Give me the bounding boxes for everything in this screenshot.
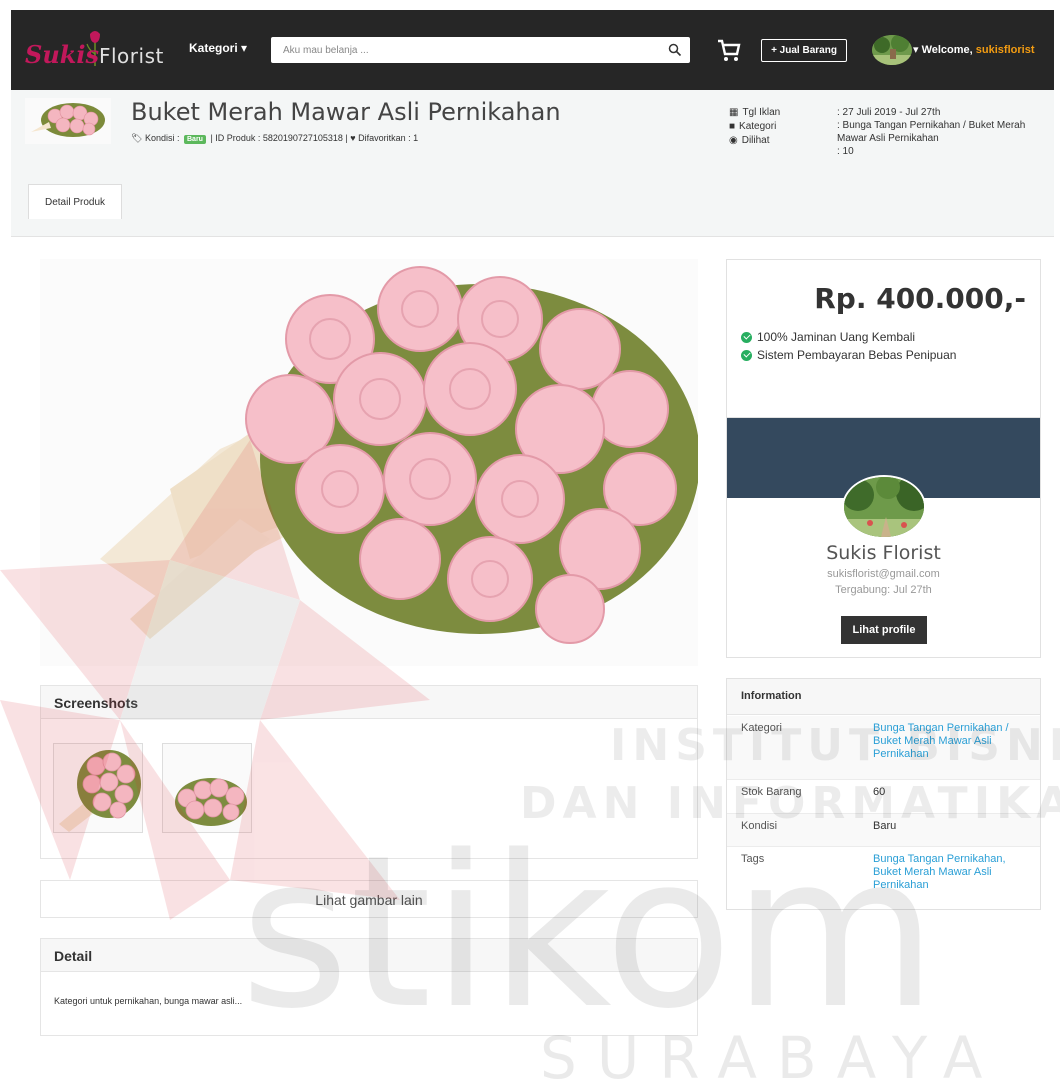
seller-name: Sukis Florist (826, 542, 941, 564)
check-circle-icon (741, 331, 752, 343)
bouquet-image (40, 259, 698, 666)
welcome-prefix: Welcome, (921, 44, 973, 56)
kategori-label: Kategori (189, 41, 238, 55)
eye-icon: ◉ (729, 135, 738, 146)
tgl-label: Tgl Iklan (742, 107, 781, 118)
info-key: Tags (741, 853, 765, 865)
detail-header: Detail (40, 938, 698, 972)
guarantee-2-text: Sistem Pembayaran Bebas Penipuan (757, 348, 957, 362)
product-thumbnail (25, 98, 111, 144)
lihat-gambar-lain-button[interactable]: Lihat gambar lain (40, 880, 698, 918)
screenshot-image-1 (54, 744, 142, 832)
kondisi-badge: Baru (184, 135, 206, 144)
seller-card: Sukis Florist sukisflorist@gmail.com Ter… (726, 417, 1041, 658)
seller-email: sukisflorist@gmail.com (827, 568, 940, 580)
info-row-kategori: Kategori Bunga Tangan Pernikahan / Buket… (727, 716, 1040, 780)
info-tags-link[interactable]: Bunga Tangan Pernikahan, Buket Merah Maw… (873, 853, 1033, 892)
dilihat-value: : 10 (837, 146, 854, 157)
favorit-count: Difavoritkan : 1 (358, 133, 419, 143)
jual-barang-button[interactable]: + Jual Barang (761, 39, 847, 62)
bouquet-thumb-image (25, 98, 111, 144)
meta-values: : 27 Juli 2019 - Jul 27th : Bunga Tangan… (837, 106, 1037, 158)
navbar: Sukis Florist Kategori ▾ + Jual Barang ▾… (11, 10, 1054, 90)
tag-icon: 🏷 (131, 133, 143, 143)
seller-joined: Tergabung: Jul 27th (835, 584, 932, 596)
caret-down-icon: ▾ (913, 44, 922, 56)
product-price: Rp. 400.000,- (814, 282, 1026, 315)
detail-body: Kategori untuk pernikahan, bunga mawar a… (40, 972, 698, 1036)
check-circle-icon (741, 349, 752, 361)
seller-avatar[interactable] (842, 475, 926, 539)
welcome-menu[interactable]: ▾ Welcome, sukisflorist (913, 43, 1034, 56)
seller-avatar-photo (844, 477, 924, 537)
information-panel: Information Kategori Bunga Tangan Pernik… (726, 678, 1041, 910)
info-key: Kategori (741, 722, 782, 734)
info-row-kondisi: Kondisi Baru (727, 814, 1040, 847)
avatar-photo (872, 35, 912, 65)
screenshot-image-2 (163, 744, 251, 832)
main-product-image[interactable] (40, 259, 698, 666)
product-title: Buket Merah Mawar Asli Pernikahan (131, 98, 561, 126)
info-row-tags: Tags Bunga Tangan Pernikahan, Buket Mera… (727, 847, 1040, 909)
logo-plain-text: Florist (99, 44, 164, 68)
product-id: | ID Produk : 5820190727105318 | (210, 133, 348, 143)
tgl-value: : 27 Juli 2019 - Jul 27th (837, 107, 941, 118)
info-key: Kondisi (741, 820, 778, 832)
screenshots-header: Screenshots (40, 685, 698, 719)
dilihat-label: Dilihat (741, 135, 770, 146)
folder-icon: ■ (729, 121, 736, 132)
info-key: Stok Barang (741, 786, 802, 798)
info-value: Baru (873, 820, 897, 832)
kondisi-label: Kondisi : (144, 133, 180, 143)
cart-icon[interactable] (716, 37, 742, 63)
detail-text: Kategori untuk pernikahan, bunga mawar a… (54, 996, 243, 1006)
search-box (271, 37, 690, 63)
price-box: Rp. 400.000,- 100% Jaminan Uang Kembali … (726, 259, 1041, 426)
welcome-username: sukisflorist (975, 44, 1035, 56)
meta-row-dilihat: ◉ Dilihat (729, 134, 780, 148)
heart-icon: ♥ (350, 133, 356, 143)
calendar-icon: ▦ (729, 107, 739, 118)
user-avatar[interactable] (872, 35, 912, 65)
info-kategori-link[interactable]: Bunga Tangan Pernikahan / Buket Merah Ma… (873, 722, 1033, 761)
kategori-value: : Bunga Tangan Pernikahan / Buket Merah … (837, 120, 1026, 144)
meta-labels: ▦ Tgl Iklan ■ Kategori ◉ Dilihat (729, 106, 780, 148)
search-input[interactable] (271, 37, 651, 63)
search-icon[interactable] (668, 43, 682, 57)
kategori-meta-label: Kategori (739, 121, 777, 132)
product-header: Buket Merah Mawar Asli Pernikahan 🏷 Kond… (11, 90, 1054, 237)
guarantee-money-back: 100% Jaminan Uang Kembali (741, 330, 915, 344)
guarantee-1-text: 100% Jaminan Uang Kembali (757, 330, 916, 344)
info-value: 60 (873, 786, 886, 798)
brand-logo[interactable]: Sukis Florist (25, 24, 175, 76)
lihat-profile-button[interactable]: Lihat profile (841, 616, 927, 644)
meta-row-tgl: ▦ Tgl Iklan (729, 106, 780, 120)
caret-down-icon: ▾ (241, 41, 248, 55)
screenshot-thumb-1[interactable] (53, 743, 143, 833)
screenshots-body (40, 719, 698, 859)
screenshot-thumb-2[interactable] (162, 743, 252, 833)
meta-row-kategori: ■ Kategori (729, 120, 780, 134)
information-header: Information (727, 679, 1040, 715)
product-meta-line: 🏷 Kondisi : Baru | ID Produk : 582019072… (131, 133, 418, 144)
logo-script-text: Sukis (25, 40, 100, 69)
tab-detail-produk[interactable]: Detail Produk (28, 184, 122, 219)
kategori-dropdown[interactable]: Kategori ▾ (189, 41, 247, 55)
guarantee-safe-payment: Sistem Pembayaran Bebas Penipuan (741, 348, 956, 362)
info-row-stok: Stok Barang 60 (727, 780, 1040, 814)
